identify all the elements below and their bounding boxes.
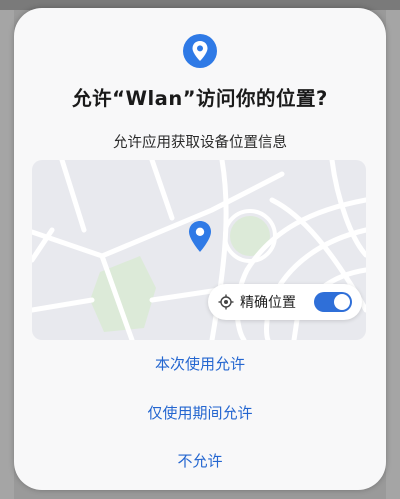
precise-location-control: 精确位置 xyxy=(208,284,362,320)
backdrop-left xyxy=(0,10,14,499)
precise-location-toggle[interactable] xyxy=(314,292,352,312)
deny-button[interactable]: 不允许 xyxy=(14,450,386,471)
map-preview: 精确位置 xyxy=(32,160,366,340)
allow-this-time-button[interactable]: 本次使用允许 xyxy=(14,353,386,374)
location-pin-icon xyxy=(183,34,217,68)
dialog-title: 允许“Wlan”访问你的位置? xyxy=(72,87,328,110)
location-permission-dialog: 允许“Wlan”访问你的位置? 允许应用获取设备位置信息 精确位置 本次使用允许… xyxy=(14,8,386,490)
toggle-knob xyxy=(334,294,350,310)
crosshair-icon xyxy=(218,294,234,310)
allow-while-using-button[interactable]: 仅使用期间允许 xyxy=(14,402,386,423)
map-location-pin-icon xyxy=(186,219,214,255)
backdrop-right xyxy=(386,10,400,499)
precise-location-label: 精确位置 xyxy=(240,295,296,311)
dialog-subtitle: 允许应用获取设备位置信息 xyxy=(113,135,287,151)
